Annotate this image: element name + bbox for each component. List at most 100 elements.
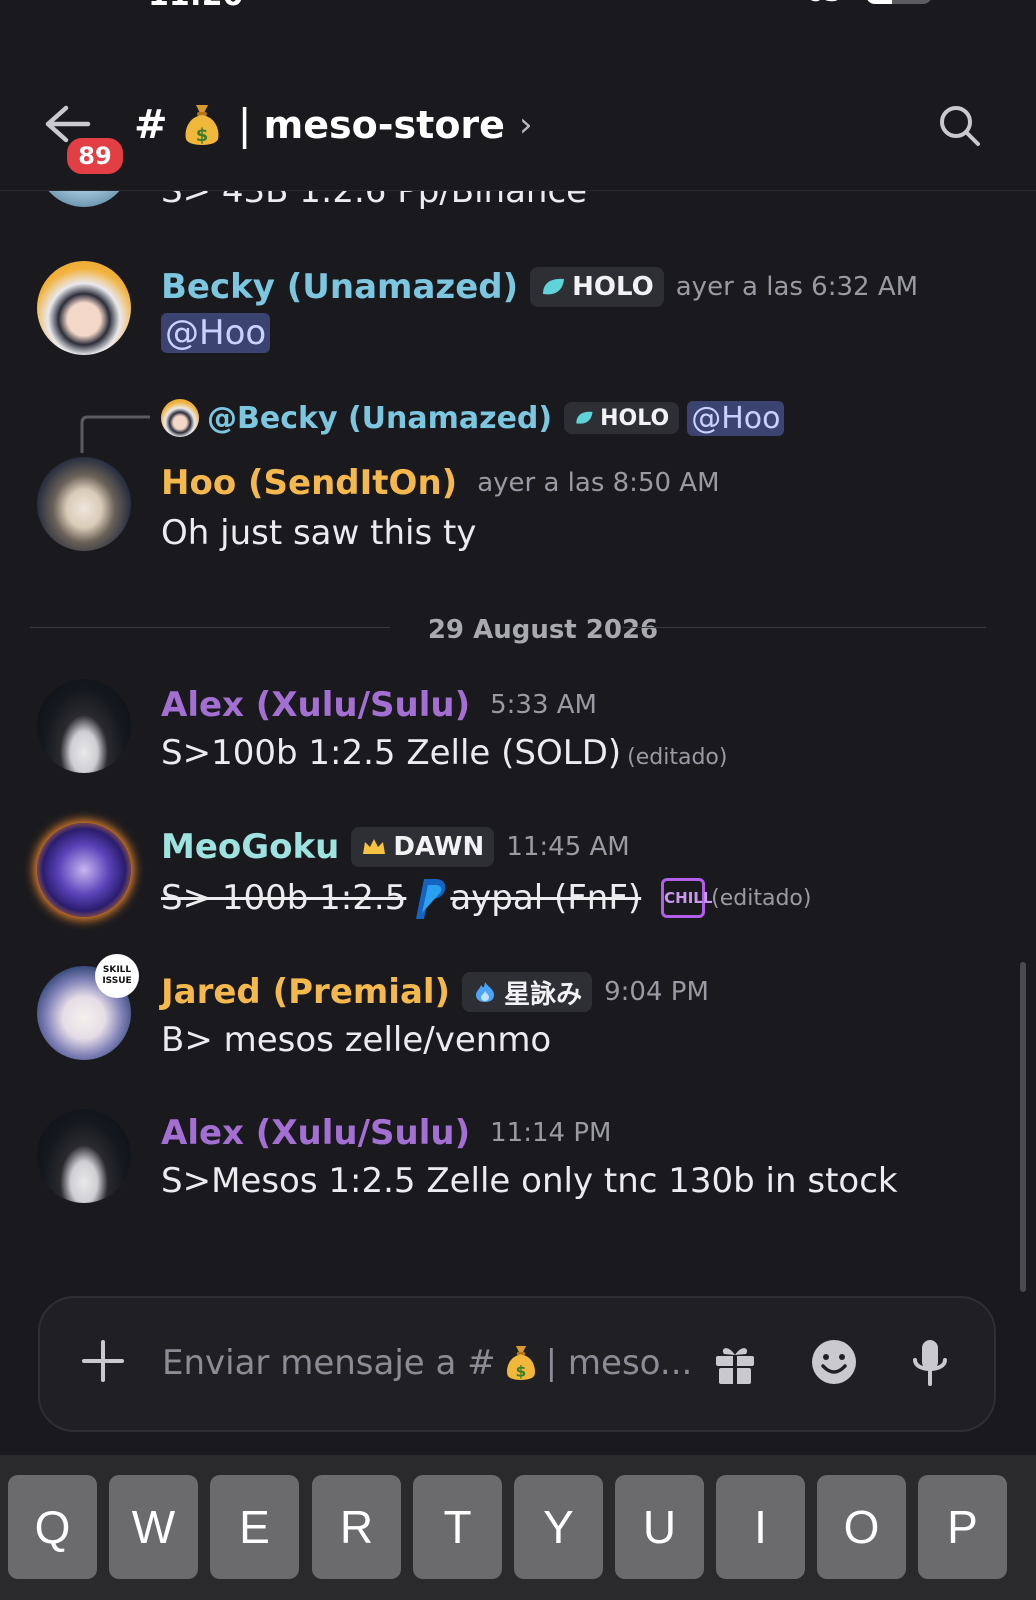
reply-connector bbox=[80, 415, 150, 453]
struck-text: aypal (FnF) bbox=[450, 878, 642, 918]
message-text: S> 43B 1:2.6 Pp/Binance bbox=[161, 191, 588, 211]
money-bag-icon: $ bbox=[185, 104, 218, 146]
battery-icon bbox=[866, 0, 932, 4]
message-input[interactable]: Enviar mensaje a # $ | meso... bbox=[162, 1342, 692, 1384]
avatar[interactable] bbox=[37, 823, 131, 917]
tag-label: HOLO bbox=[600, 405, 670, 431]
search-icon[interactable] bbox=[936, 102, 984, 150]
struck-text: S> 100b 1:2.5 bbox=[161, 878, 407, 918]
divider-line bbox=[30, 627, 390, 628]
message-header: Alex (Xulu/Sulu) 11:14 PM bbox=[161, 1113, 611, 1153]
key-o[interactable]: O bbox=[817, 1475, 906, 1579]
flame-icon bbox=[476, 982, 495, 1002]
avatar[interactable] bbox=[37, 679, 131, 773]
message-header: Jared (Premial) 星詠み 9:04 PM bbox=[161, 972, 709, 1012]
message-text: Oh just saw this ty bbox=[161, 513, 477, 553]
timestamp: 11:14 PM bbox=[490, 1118, 612, 1148]
paypal-icon bbox=[416, 879, 446, 919]
tag-label: 星詠み bbox=[504, 979, 583, 1010]
battery-percent: 63 bbox=[806, 0, 842, 8]
channel-title[interactable]: # $ | meso-store › bbox=[134, 100, 533, 149]
message-header: Alex (Xulu/Sulu) 5:33 AM bbox=[161, 685, 597, 725]
status-bar: 11:20 63 bbox=[0, 0, 1036, 13]
leaf-icon bbox=[543, 278, 565, 295]
svg-text:$: $ bbox=[515, 1363, 526, 1381]
message-body: S>100b 1:2.5 Zelle (SOLD) bbox=[161, 733, 622, 773]
timestamp: 5:33 AM bbox=[490, 690, 597, 720]
keyboard: Q W E R T Y U I O P bbox=[0, 1455, 1036, 1600]
message-text: @Hoo bbox=[161, 313, 271, 353]
username[interactable]: MeoGoku bbox=[161, 827, 339, 867]
message-text: B> mesos zelle/venmo bbox=[161, 1020, 552, 1060]
reply-preview[interactable]: @Becky (Unamazed) HOLO @Hoo bbox=[161, 399, 785, 437]
channel-header: 89 # $ | meso-store › bbox=[0, 80, 1036, 191]
chill-emoji-icon: CHILL bbox=[661, 878, 712, 918]
message-header: Becky (Unamazed) HOLO ayer a las 6:32 AM bbox=[161, 267, 918, 307]
message-text: S>Mesos 1:2.5 Zelle only tnc 130b in sto… bbox=[161, 1161, 898, 1201]
discord-channel-screen: 11:20 63 89 # $ | meso-store › bbox=[0, 0, 1036, 1600]
username[interactable]: Jared (Premial) bbox=[161, 972, 450, 1012]
timestamp: ayer a las 6:32 AM bbox=[675, 272, 919, 302]
message-text: S>100b 1:2.5 Zelle (SOLD) (editado) bbox=[161, 733, 727, 773]
avatar[interactable] bbox=[37, 1109, 131, 1203]
username[interactable]: Becky (Unamazed) bbox=[161, 267, 518, 307]
skill-issue-badge: SKILL ISSUE bbox=[95, 954, 139, 998]
key-u[interactable]: U bbox=[615, 1475, 704, 1579]
message-header: MeoGoku DAWN 11:45 AM bbox=[161, 827, 630, 867]
date-divider: 29 August 2026 bbox=[30, 615, 986, 645]
key-p[interactable]: P bbox=[918, 1475, 1007, 1579]
key-q[interactable]: Q bbox=[8, 1475, 97, 1579]
divider-date: 29 August 2026 bbox=[427, 615, 659, 645]
message-header: Hoo (SendItOn) ayer a las 8:50 AM bbox=[161, 463, 720, 503]
status-time: 11:20 bbox=[148, 0, 244, 13]
message-list[interactable]: S> 43B 1:2.6 Pp/Binance Becky (Unamazed)… bbox=[0, 191, 1036, 1291]
username[interactable]: Alex (Xulu/Sulu) bbox=[161, 1113, 470, 1153]
guild-tag[interactable]: HOLO bbox=[530, 267, 664, 307]
plus-icon[interactable] bbox=[80, 1338, 126, 1384]
placeholder-text: Enviar mensaje a # bbox=[162, 1343, 496, 1383]
edited-label: (editado) bbox=[711, 885, 812, 911]
crown-icon bbox=[363, 839, 386, 854]
svg-text:$: $ bbox=[195, 125, 208, 146]
message-composer[interactable]: Enviar mensaje a # $ | meso... bbox=[38, 1296, 996, 1432]
reply-username: @Becky (Unamazed) bbox=[207, 400, 553, 436]
leaf-icon bbox=[576, 411, 593, 424]
key-i[interactable]: I bbox=[716, 1475, 805, 1579]
tag-label: DAWN bbox=[393, 832, 485, 862]
divider-line bbox=[623, 627, 986, 628]
avatar[interactable] bbox=[37, 457, 131, 551]
key-y[interactable]: Y bbox=[514, 1475, 603, 1579]
timestamp: ayer a las 8:50 AM bbox=[477, 468, 720, 498]
emoji-icon[interactable] bbox=[810, 1338, 858, 1386]
money-bag-icon: $ bbox=[506, 1346, 535, 1381]
message-text: S> 100b 1:2.5 aypal (FnF) CHILL (editado… bbox=[161, 875, 811, 921]
microphone-icon[interactable] bbox=[910, 1338, 950, 1388]
timestamp: 11:45 AM bbox=[506, 832, 630, 862]
guild-tag[interactable]: 星詠み bbox=[462, 972, 593, 1012]
guild-tag: HOLO bbox=[564, 402, 680, 434]
key-w[interactable]: W bbox=[109, 1475, 198, 1579]
username[interactable]: Alex (Xulu/Sulu) bbox=[161, 685, 470, 725]
key-e[interactable]: E bbox=[210, 1475, 299, 1579]
timestamp: 9:04 PM bbox=[604, 977, 709, 1007]
edited-label: (editado) bbox=[627, 745, 728, 770]
reply-avatar bbox=[161, 399, 199, 437]
user-mention[interactable]: @Hoo bbox=[161, 313, 271, 353]
avatar[interactable]: SKILL ISSUE bbox=[37, 954, 139, 1060]
user-mention: @Hoo bbox=[687, 400, 785, 436]
placeholder-text: | meso... bbox=[545, 1343, 693, 1383]
tag-label: HOLO bbox=[572, 272, 654, 302]
chevron-right-icon: › bbox=[518, 104, 533, 145]
unread-badge: 89 bbox=[64, 135, 126, 177]
scrollbar[interactable] bbox=[1020, 962, 1026, 1292]
gift-icon[interactable] bbox=[712, 1340, 758, 1386]
guild-tag[interactable]: DAWN bbox=[351, 827, 495, 867]
channel-name: meso-store bbox=[263, 102, 505, 147]
title-separator: | bbox=[237, 100, 252, 149]
key-r[interactable]: R bbox=[312, 1475, 401, 1579]
username[interactable]: Hoo (SendItOn) bbox=[161, 463, 457, 503]
key-t[interactable]: T bbox=[413, 1475, 502, 1579]
hash-icon: # bbox=[134, 101, 168, 148]
avatar[interactable] bbox=[37, 191, 131, 207]
avatar[interactable] bbox=[37, 261, 131, 355]
